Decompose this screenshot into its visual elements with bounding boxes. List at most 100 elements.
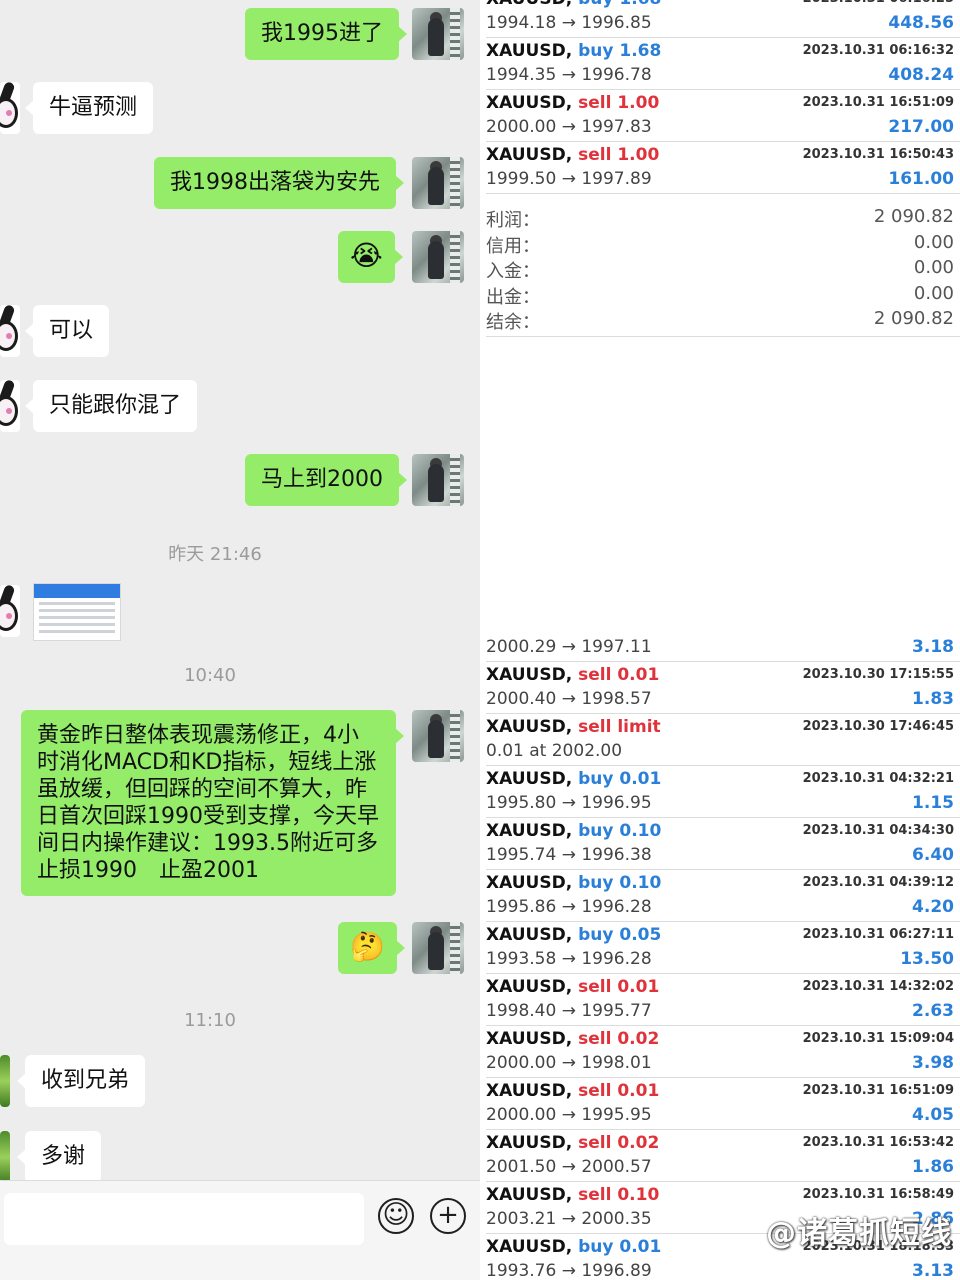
chat-message-in[interactable]: 多谢	[16, 1131, 102, 1183]
trade-side: buy	[578, 873, 614, 893]
trade-profit: 4.05	[912, 1105, 954, 1125]
trade-row[interactable]: XAUUSD, sell 0.01 2023.10.31 16:51:09 2000…	[486, 1078, 960, 1130]
trade-row[interactable]: XAUUSD, sell 0.01 2023.10.31 14:32:02 1998…	[486, 974, 960, 1026]
contact-avatar[interactable]	[0, 1131, 10, 1183]
trade-symbol: XAUUSD, buy 0.05	[486, 925, 662, 945]
trade-row[interactable]: 2000.29 → 1997.11 3.18	[486, 636, 960, 662]
trade-row[interactable]: XAUUSD, sell 0.02 2023.10.31 15:09:04 2000…	[486, 1026, 960, 1078]
chat-timestamp: 昨天 21:46	[168, 544, 262, 565]
chat-message-out[interactable]: 🤔	[338, 922, 405, 974]
trade-profit: 448.56	[888, 13, 954, 33]
trade-lots: 1.00	[617, 145, 660, 165]
trade-lots: 0.01	[619, 1237, 662, 1257]
chat-message-out[interactable]: 黄金昨日整体表现震荡修正，4小时消化MACD和KD指标，短线上涨虽放缓，但回踩的…	[21, 710, 404, 896]
trade-prices: 1993.58 → 1996.28	[486, 949, 652, 969]
trade-date: 2023.10.31 16:50:43	[802, 147, 954, 162]
crying-laughing-emoji-icon: 😭	[350, 239, 383, 272]
trade-date: 2023.10.31 04:39:12	[802, 875, 954, 890]
trade-date: 2023.10.31 16:51:09	[802, 95, 954, 110]
trade-date: 2023.10.31 16:53:42	[802, 1135, 954, 1150]
summary-value: 0.00	[913, 231, 954, 253]
chat-input-bar: ☺ +	[0, 1180, 480, 1280]
trade-profit: 1.15	[912, 793, 954, 813]
trade-list-bottom: 2000.29 → 1997.11 3.18 XAUUSD, sell 0.01…	[480, 636, 960, 1280]
trade-profit: 3.13	[912, 1261, 954, 1280]
trade-row[interactable]: XAUUSD, sell 0.01 2023.10.30 17:15:55 2000…	[486, 662, 960, 714]
summary-label: 信用：	[486, 235, 540, 257]
trade-prices: 1995.80 → 1996.95	[486, 793, 652, 813]
trade-profit: 6.40	[912, 845, 954, 865]
trade-row[interactable]: XAUUSD, buy 1.68 2023.10.31 06:16:32 1994.…	[486, 38, 960, 90]
trade-date: 2023.10.30 17:15:55	[802, 667, 954, 682]
trade-prices: 1998.40 → 1995.77	[486, 1001, 652, 1021]
my-avatar[interactable]	[412, 157, 464, 209]
trade-date: 2023.10.30 17:46:45	[802, 719, 954, 734]
trade-date: 2023.10.31 15:09:04	[802, 1031, 954, 1046]
trade-lots: 0.01	[617, 665, 660, 685]
my-avatar[interactable]	[412, 710, 464, 762]
trade-date: 2023.10.31 14:32:02	[802, 979, 954, 994]
trade-row[interactable]: XAUUSD, buy 1.68 2023.10.31 06:16:25 1994.…	[486, 0, 960, 38]
trade-prices: 1994.35 → 1996.78	[486, 65, 652, 85]
contact-avatar[interactable]	[0, 1055, 10, 1107]
trade-side: sell	[578, 1029, 612, 1049]
my-avatar[interactable]	[412, 922, 464, 974]
trade-lots: 0.02	[617, 1029, 660, 1049]
chat-message-out[interactable]: 😭	[338, 231, 403, 283]
trade-date: 2023.10.31 16:58:49	[802, 1187, 954, 1202]
smiley-icon[interactable]: ☺	[378, 1198, 414, 1234]
summary-value: 0.00	[913, 282, 954, 304]
trade-symbol: XAUUSD, sell 0.02	[486, 1133, 660, 1153]
chat-message-in[interactable]: 只能跟你混了	[24, 380, 198, 432]
trade-row[interactable]: XAUUSD, sell 1.00 2023.10.31 16:50:43 1999…	[486, 142, 960, 194]
trade-date: 2023.10.31 06:16:25	[803, 0, 954, 6]
message-input[interactable]	[4, 1193, 364, 1245]
trade-symbol: XAUUSD, sell 0.01	[486, 977, 660, 997]
my-avatar[interactable]	[412, 454, 464, 506]
trade-row[interactable]: XAUUSD, sell 1.00 2023.10.31 16:51:09 2000…	[486, 90, 960, 142]
plus-circle-icon[interactable]: +	[430, 1198, 466, 1234]
contact-avatar[interactable]	[0, 380, 20, 432]
trade-screenshot-thumbnail[interactable]	[33, 583, 121, 641]
contact-avatar[interactable]	[0, 82, 20, 134]
trade-side: buy	[578, 925, 614, 945]
trade-side: sell	[578, 1185, 612, 1205]
trade-side: sell	[578, 977, 612, 997]
chat-message-in[interactable]: 牛逼预测	[24, 82, 154, 134]
trade-profit: 4.20	[912, 897, 954, 917]
message-text: 我1995进了	[261, 21, 383, 46]
chat-message-in[interactable]: 可以	[24, 305, 110, 357]
contact-avatar[interactable]	[0, 305, 20, 357]
trade-side: buy	[578, 821, 614, 841]
contact-avatar[interactable]	[0, 585, 20, 637]
trade-row[interactable]: XAUUSD, sell limit 2023.10.30 17:46:45 0.0…	[486, 714, 960, 766]
trade-row[interactable]: XAUUSD, buy 0.05 2023.10.31 06:27:11 1993.…	[486, 922, 960, 974]
trade-side: buy	[578, 1237, 614, 1257]
summary-label: 结余：	[486, 312, 540, 333]
trade-profit: 1.86	[912, 1157, 954, 1177]
trade-prices: 1999.50 → 1997.89	[486, 169, 652, 189]
trade-prices: 2000.00 → 1998.01	[486, 1053, 652, 1073]
message-text: 马上到2000	[261, 467, 383, 492]
trade-symbol: XAUUSD, sell 0.10	[486, 1185, 660, 1205]
trade-row[interactable]: XAUUSD, buy 0.10 2023.10.31 04:34:30 1995.…	[486, 818, 960, 870]
trade-symbol: XAUUSD, buy 1.68	[486, 0, 661, 9]
trade-side: sell	[578, 665, 612, 685]
trade-row[interactable]: XAUUSD, buy 0.01 2023.10.31 04:32:21 1995.…	[486, 766, 960, 818]
chat-message-in[interactable]: 收到兄弟	[16, 1055, 146, 1107]
message-text: 多谢	[41, 1144, 86, 1169]
trade-date: 2023.10.31 16:51:09	[802, 1083, 954, 1098]
my-avatar[interactable]	[412, 231, 464, 283]
my-avatar[interactable]	[412, 8, 464, 60]
chat-message-out[interactable]: 马上到2000	[245, 454, 407, 506]
trade-lots: 1.00	[617, 93, 660, 113]
trade-symbol: XAUUSD, sell limit	[486, 717, 661, 737]
trade-prices: 2000.00 → 1997.83	[486, 117, 652, 137]
trade-lots: 0.10	[619, 821, 662, 841]
trade-row[interactable]: XAUUSD, buy 0.10 2023.10.31 04:39:12 1995.…	[486, 870, 960, 922]
trade-symbol: XAUUSD, buy 1.68	[486, 41, 662, 61]
message-text: 我1998出落袋为安先	[170, 170, 380, 195]
chat-message-out[interactable]: 我1995进了	[245, 8, 407, 60]
trade-row[interactable]: XAUUSD, sell 0.02 2023.10.31 16:53:42 2001…	[486, 1130, 960, 1182]
chat-message-out[interactable]: 我1998出落袋为安先	[154, 157, 404, 209]
